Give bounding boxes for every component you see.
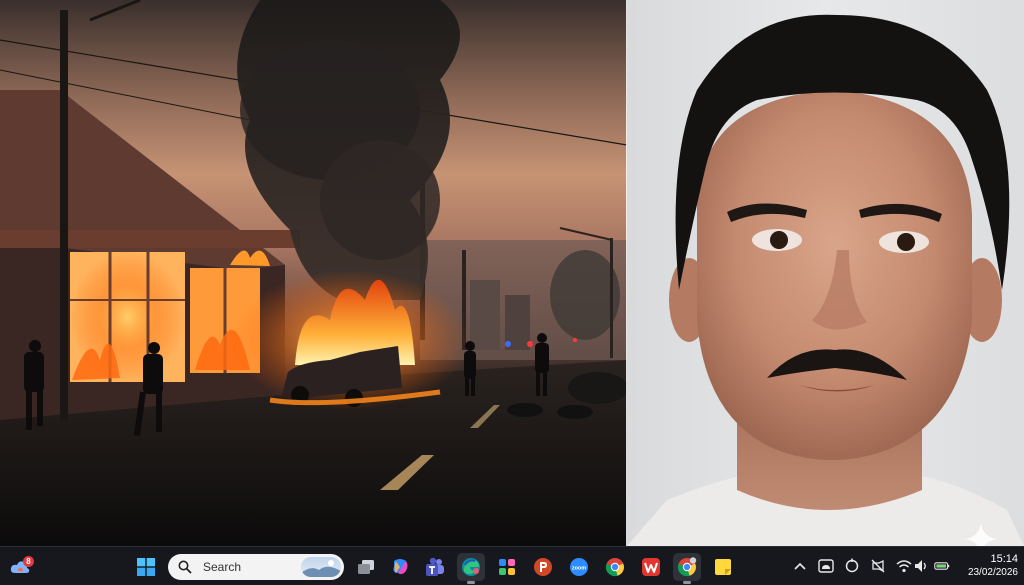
copilot-app-button[interactable] xyxy=(493,553,521,581)
sync-icon xyxy=(845,558,859,573)
photo-street-fire xyxy=(0,0,627,546)
tray-meet-button[interactable] xyxy=(870,558,886,574)
battery-icon xyxy=(934,562,950,570)
powerpoint-icon xyxy=(534,558,552,576)
search-box[interactable]: Search xyxy=(168,554,344,580)
wps-office-button[interactable] xyxy=(637,553,665,581)
wifi-icon xyxy=(896,560,912,573)
edge-button[interactable] xyxy=(457,553,485,584)
search-highlight-image xyxy=(301,557,341,577)
sticky-notes-icon xyxy=(715,559,731,575)
cloud-icon xyxy=(818,559,834,573)
chrome-icon xyxy=(605,558,624,577)
widgets-button[interactable]: 8 xyxy=(6,553,34,581)
copilot-app-icon xyxy=(499,559,515,575)
tray-volume-button[interactable] xyxy=(914,558,930,574)
photo-portrait xyxy=(627,0,1024,546)
meet-mute-icon xyxy=(871,559,885,573)
tray-cloud-button[interactable] xyxy=(818,558,834,574)
task-view-button[interactable] xyxy=(352,553,380,581)
taskbar: 8 Search zoom 15:14 23/02/2026 xyxy=(0,546,1024,585)
chevron-up-icon xyxy=(794,562,806,570)
clock-time: 15:14 xyxy=(990,553,1018,565)
clock-date: 23/02/2026 xyxy=(967,567,1018,578)
edge-icon xyxy=(462,558,480,576)
tray-overflow-button[interactable] xyxy=(792,558,808,574)
system-clock[interactable]: 15:14 23/02/2026 xyxy=(962,552,1018,580)
chrome-profile-button[interactable] xyxy=(673,553,701,584)
svg-text:zoom: zoom xyxy=(572,566,586,572)
sticky-notes-button[interactable] xyxy=(709,553,737,581)
start-button[interactable] xyxy=(132,553,160,581)
chrome-button[interactable] xyxy=(601,553,629,581)
tray-wifi-button[interactable] xyxy=(896,558,912,574)
zoom-icon: zoom xyxy=(570,558,588,576)
powerpoint-button[interactable] xyxy=(529,553,557,581)
volume-icon xyxy=(915,560,926,572)
tray-battery-button[interactable] xyxy=(934,558,950,574)
task-view-icon xyxy=(358,560,374,574)
sparkle-icon xyxy=(965,523,997,546)
windows-logo-icon xyxy=(137,558,155,576)
zoom-button[interactable]: zoom xyxy=(565,553,593,581)
copilot-icon xyxy=(393,559,408,575)
desktop-wallpaper xyxy=(0,0,1024,546)
teams-button[interactable] xyxy=(421,553,449,581)
tray-sync-button[interactable] xyxy=(844,558,860,574)
search-highlight-icon xyxy=(301,560,341,577)
portrait-illustration xyxy=(627,14,1024,546)
chrome-profile-icon xyxy=(677,557,697,577)
street-fire-illustration xyxy=(0,0,627,546)
copilot-button[interactable] xyxy=(386,553,414,581)
wps-office-icon xyxy=(642,558,660,576)
search-label: Search xyxy=(203,560,242,574)
teams-icon xyxy=(426,557,444,576)
widgets-badge: 8 xyxy=(23,556,34,567)
search-icon xyxy=(178,560,192,574)
